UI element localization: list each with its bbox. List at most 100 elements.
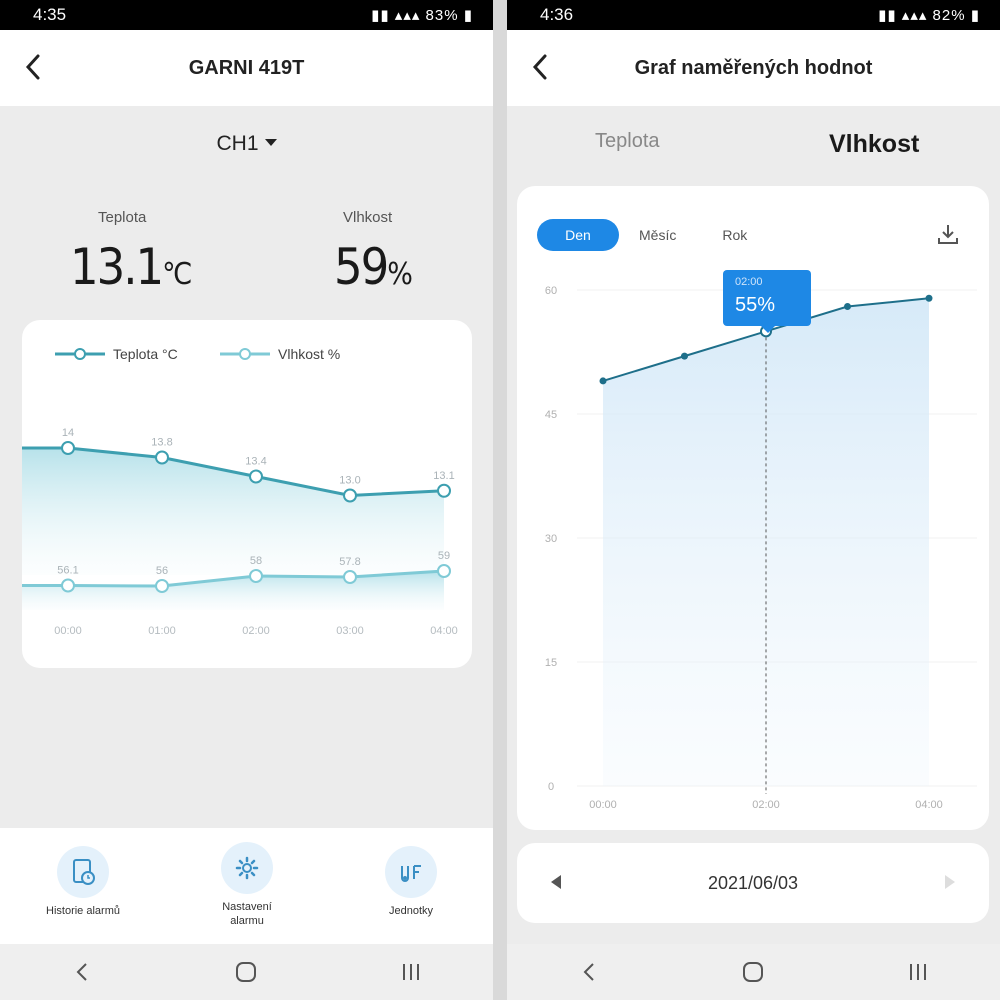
tab-humidity[interactable]: Vlhkost [829, 130, 919, 159]
prev-date-icon[interactable] [551, 875, 561, 889]
nav-home-icon [236, 962, 257, 982]
status-icons: ▮▮ ▴▴▴ 83% ▮ [371, 7, 473, 24]
legend-hum-marker-icon [220, 348, 270, 360]
back-arrow-icon[interactable] [20, 50, 50, 84]
nav-back-icon [583, 963, 594, 981]
data-point [343, 488, 357, 503]
data-point [681, 352, 688, 360]
data-label: 13.8 [151, 437, 172, 449]
page-title: Graf naměřených hodnot [634, 56, 873, 79]
status-icons: ▮▮ ▴▴▴ 82% ▮ [878, 7, 980, 24]
system-nav-bar [507, 944, 1000, 1000]
data-label: 58 [250, 555, 262, 567]
alarm-settings-icon-circle [221, 842, 273, 894]
tooltip-time: 02:00 [735, 276, 763, 288]
data-point [249, 569, 263, 583]
data-point [844, 303, 851, 311]
next-date-icon[interactable] [945, 875, 955, 889]
legend-temp[interactable]: Teplota °C [55, 346, 178, 362]
tab-temperature[interactable]: Teplota [595, 130, 660, 153]
nav-back-button[interactable] [569, 952, 609, 992]
data-label: 13.4 [245, 456, 266, 468]
x-tick-label: 00:00 [589, 799, 617, 811]
series-area-0 [22, 448, 444, 575]
data-point [61, 578, 75, 593]
right-phone-screen: 4:36 ▮▮ ▴▴▴ 82% ▮ Graf naměřených hodnot… [507, 0, 1000, 1000]
data-point [155, 579, 169, 593]
app-bar: Graf naměřených hodnot [507, 30, 1000, 106]
status-time: 4:36 [540, 5, 574, 24]
data-point [249, 469, 263, 484]
left-phone-screen: 4:35 ▮▮ ▴▴▴ 83% ▮ GARNI 419T CH1 Teplota… [0, 0, 493, 1000]
x-tick-label: 00:00 [54, 625, 82, 637]
data-point [599, 377, 607, 385]
nav-recents-button[interactable] [391, 952, 431, 992]
humidity-value: 59% [334, 238, 413, 296]
nav-back-icon [76, 963, 87, 981]
units-icon-circle [385, 846, 437, 898]
temperature-number: 13.1 [70, 238, 164, 296]
legend-hum-label: Vlhkost % [278, 346, 341, 362]
temperature-value: 13.1℃ [70, 238, 192, 296]
nav-back-button[interactable] [62, 952, 102, 992]
caret-down-icon [264, 139, 277, 146]
system-nav-bar [0, 944, 493, 1000]
chart-tooltip: 02:00 55% [723, 270, 811, 333]
units-label: Jednotky [388, 905, 434, 917]
humidity-label: Vlhkost [343, 209, 393, 226]
date-navigator: 2021/06/03 [517, 843, 989, 923]
battery-percent: 82% [932, 7, 966, 24]
period-day-button[interactable]: Den [537, 219, 619, 251]
y-tick-label: 45 [545, 409, 557, 421]
data-label: 13.1 [433, 470, 454, 482]
temperature-unit: ℃ [162, 257, 193, 292]
alarm-history-button[interactable]: Historie alarmů [23, 846, 143, 918]
gear-icon [235, 856, 259, 880]
x-tick-label: 04:00 [430, 625, 458, 637]
nav-home-button[interactable] [733, 952, 773, 992]
page-title: GARNI 419T [188, 56, 305, 79]
status-bar: 4:36 ▮▮ ▴▴▴ 82% ▮ [507, 0, 1000, 30]
humidity-number: 59 [334, 238, 389, 296]
data-label: 13.0 [339, 475, 360, 487]
nav-home-button[interactable] [226, 952, 266, 992]
x-tick-label: 02:00 [752, 799, 780, 811]
alarm-settings-button[interactable]: Nastavení alarmu [187, 842, 307, 928]
data-label: 56.1 [57, 565, 78, 577]
data-label: 59 [438, 550, 450, 562]
back-arrow-icon[interactable] [527, 50, 557, 84]
temperature-label: Teplota [98, 209, 147, 226]
nav-recents-icon [402, 964, 419, 980]
channel-selector[interactable]: CH1 [0, 132, 493, 156]
alarm-settings-label: Nastavení alarmu [222, 901, 272, 927]
units-button[interactable]: Jednotky [351, 846, 471, 918]
nav-recents-icon [909, 964, 926, 980]
data-label: 14 [62, 427, 74, 439]
alarm-history-icon-circle [57, 846, 109, 898]
units-icon [401, 865, 421, 882]
y-tick-label: 60 [545, 285, 557, 297]
data-label: 57.8 [339, 556, 360, 568]
action-bar: Historie alarmů Nastavení alarmu Jednotk… [0, 828, 493, 944]
data-point [437, 564, 451, 578]
status-time: 4:35 [33, 5, 67, 24]
period-year-button[interactable]: Rok [722, 227, 747, 243]
status-bar: 4:35 ▮▮ ▴▴▴ 83% ▮ [0, 0, 493, 30]
download-icon[interactable] [935, 222, 961, 248]
period-month-button[interactable]: Měsíc [639, 227, 676, 243]
x-tick-label: 03:00 [336, 625, 364, 637]
app-bar: GARNI 419T [0, 30, 493, 106]
data-point [155, 450, 169, 465]
legend-temp-marker-icon [55, 348, 105, 360]
x-tick-label: 02:00 [242, 625, 270, 637]
humidity-unit: % [387, 257, 413, 292]
data-point [925, 294, 933, 302]
period-selector: Den Měsíc Rok [537, 219, 747, 251]
nav-recents-button[interactable] [898, 952, 938, 992]
legend-hum[interactable]: Vlhkost % [220, 346, 340, 362]
y-tick-label: 15 [545, 657, 557, 669]
clock-doc-icon [73, 859, 95, 885]
date-label: 2021/06/03 [707, 872, 799, 893]
x-tick-label: 01:00 [148, 625, 176, 637]
nav-home-icon [743, 962, 764, 982]
